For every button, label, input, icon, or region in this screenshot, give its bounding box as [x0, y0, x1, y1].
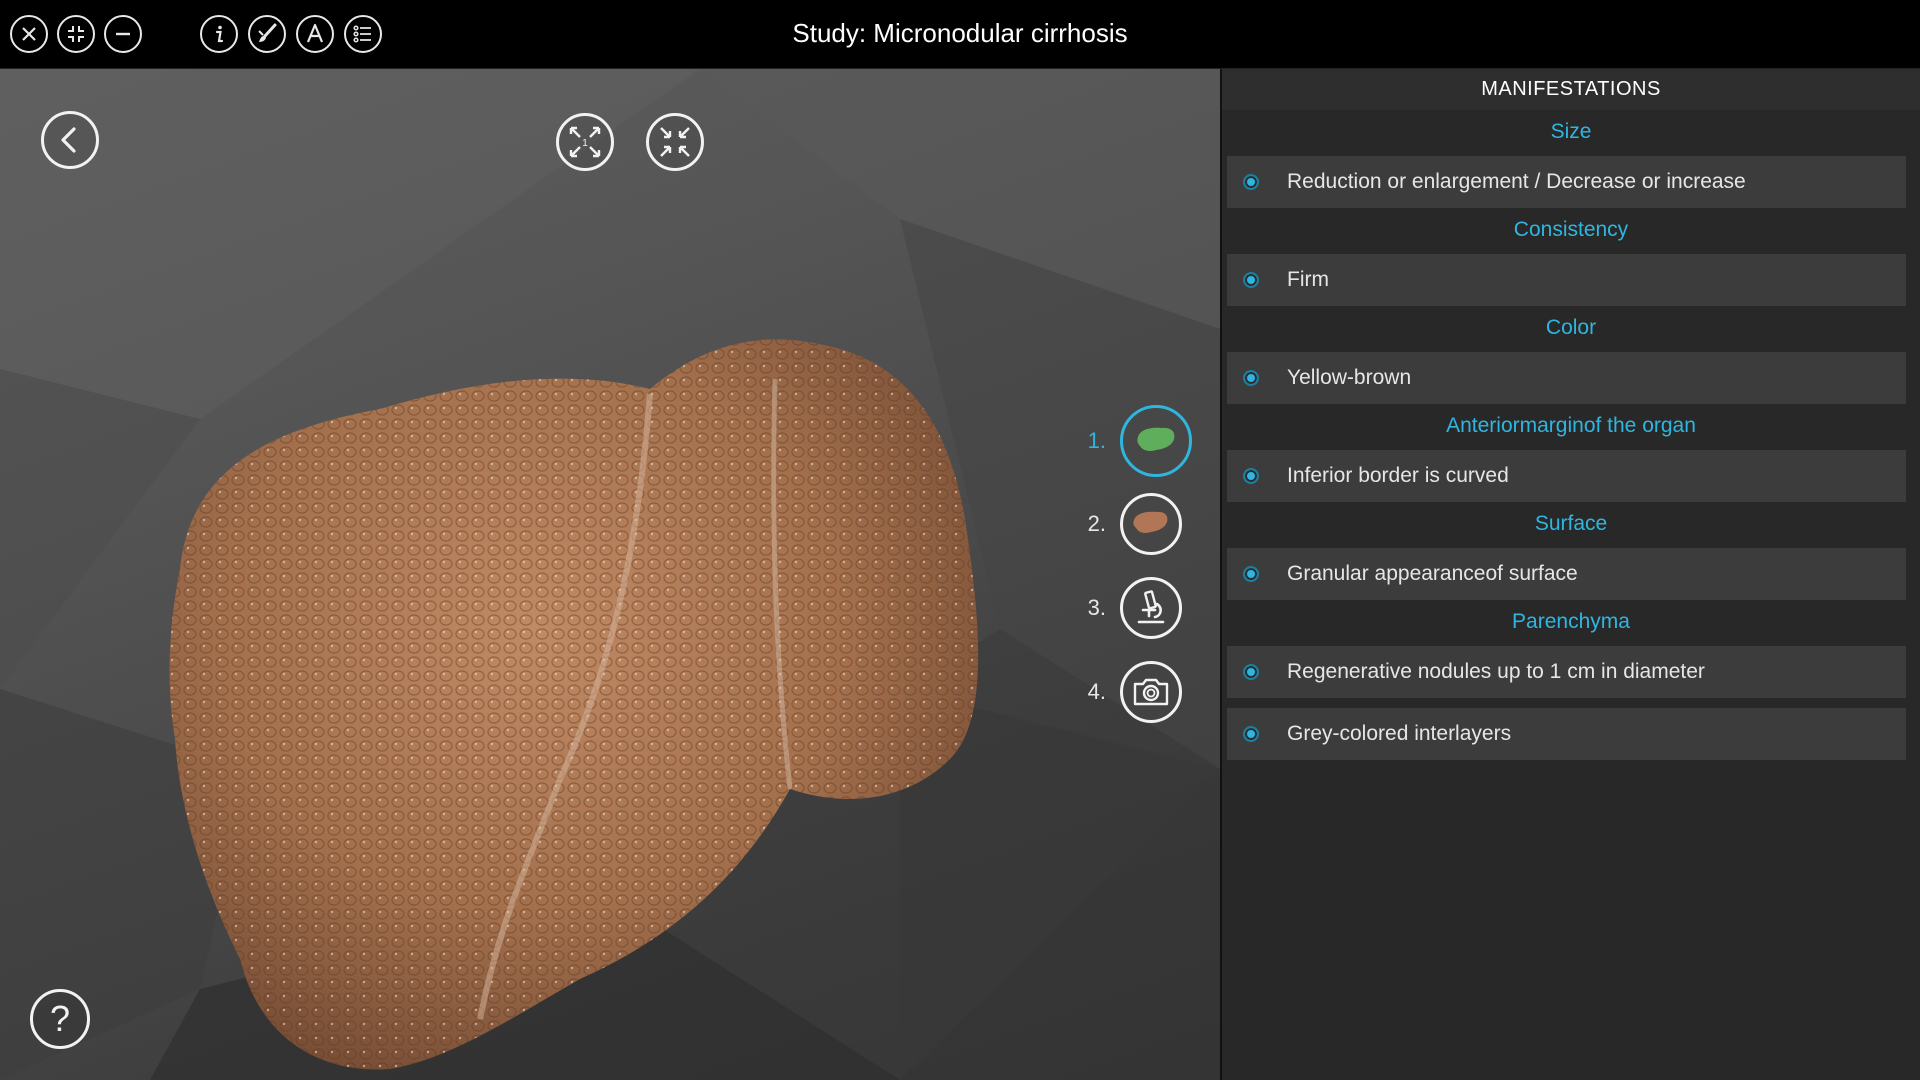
list-button[interactable] — [344, 15, 382, 53]
view-1-button[interactable] — [1120, 405, 1192, 477]
view-2-button[interactable] — [1120, 493, 1182, 555]
expand-icon: 1 — [569, 126, 601, 158]
bullet-dot-icon — [1243, 726, 1259, 742]
item-label: Reduction or enlargement / Decrease or i… — [1287, 170, 1746, 193]
study-title: Study: Micronodular cirrhosis — [792, 18, 1128, 48]
manifestation-item[interactable]: Reduction or enlargement / Decrease or i… — [1227, 156, 1906, 208]
help-button[interactable]: ? — [30, 989, 90, 1049]
expand-view-button[interactable]: 1 — [556, 113, 614, 171]
minimize-icon — [116, 32, 130, 36]
item-label: Inferior border is curved — [1287, 464, 1509, 487]
item-label: Regenerative nodules up to 1 cm in diame… — [1287, 660, 1705, 683]
category-consistency: Consistency — [1513, 218, 1629, 241]
manifestation-item[interactable]: Inferior border is curved — [1227, 450, 1906, 502]
shrink-view-button[interactable] — [646, 113, 704, 171]
view-number: 3. — [1087, 595, 1106, 620]
top-bar: Study: Micronodular cirrhosis — [0, 0, 1920, 69]
item-label: Yellow-brown — [1287, 366, 1412, 389]
view-number: 4. — [1087, 679, 1106, 704]
collapse-button[interactable] — [57, 15, 95, 53]
view-option-4[interactable]: 4. — [1066, 661, 1182, 723]
info-button[interactable] — [200, 15, 238, 53]
collapse-icon — [68, 26, 84, 42]
view-number: 2. — [1087, 511, 1106, 536]
close-icon — [22, 27, 36, 41]
bullet-dot-icon — [1243, 174, 1259, 190]
question-icon: ? — [49, 998, 71, 1039]
view-4-button[interactable] — [1120, 661, 1182, 723]
info-icon — [215, 25, 224, 43]
bullet-dot-icon — [1243, 370, 1259, 386]
text-annotation-icon — [306, 23, 324, 43]
liver-green-icon — [1137, 427, 1175, 451]
manifestations-panel: MANIFESTATIONS Size Reduction or enlarge… — [1220, 69, 1920, 1080]
view-number: 1. — [1087, 428, 1106, 453]
item-label: Grey-colored interlayers — [1287, 722, 1512, 745]
text-annotation-button[interactable] — [296, 15, 334, 53]
category-anterior-margin: Anteriormarginof the organ — [1446, 414, 1696, 437]
panel-header: MANIFESTATIONS — [1222, 69, 1920, 110]
category-parenchyma: Parenchyma — [1512, 610, 1630, 633]
view-option-3[interactable]: 3. — [1066, 577, 1182, 639]
manifestation-item[interactable]: Yellow-brown — [1227, 352, 1906, 404]
liver-brown-icon — [1133, 511, 1168, 533]
microscope-icon — [1137, 590, 1165, 624]
model-viewport[interactable]: 1 1. 2. 3. 4. ? — [0, 69, 1220, 1080]
manifestation-item[interactable]: Granular appearanceof surface — [1227, 548, 1906, 600]
back-button[interactable] — [41, 111, 99, 169]
shrink-icon — [660, 127, 690, 157]
camera-icon — [1133, 678, 1169, 706]
item-label: Firm — [1287, 268, 1329, 291]
chevron-left-icon — [61, 127, 76, 153]
list-icon — [353, 25, 371, 43]
close-button[interactable] — [10, 15, 48, 53]
bullet-dot-icon — [1243, 566, 1259, 582]
category-surface: Surface — [1534, 512, 1608, 535]
manifestation-item[interactable]: Grey-colored interlayers — [1227, 708, 1906, 760]
minimize-button[interactable] — [104, 15, 142, 53]
manifestation-item[interactable]: Firm — [1227, 254, 1906, 306]
category-color: Color — [1545, 316, 1597, 339]
view-3-button[interactable] — [1120, 577, 1182, 639]
view-option-1[interactable]: 1. — [1066, 405, 1192, 477]
category-size: Size — [1550, 120, 1592, 143]
expand-badge: 1 — [582, 138, 588, 149]
bullet-dot-icon — [1243, 468, 1259, 484]
bullet-dot-icon — [1243, 664, 1259, 680]
manifestation-item[interactable]: Regenerative nodules up to 1 cm in diame… — [1227, 646, 1906, 698]
liver-model[interactable] — [150, 319, 1030, 1079]
brush-button[interactable] — [248, 15, 286, 53]
view-option-2[interactable]: 2. — [1066, 493, 1182, 555]
item-label: Granular appearanceof surface — [1287, 562, 1578, 585]
brush-icon — [258, 23, 277, 42]
bullet-dot-icon — [1243, 272, 1259, 288]
